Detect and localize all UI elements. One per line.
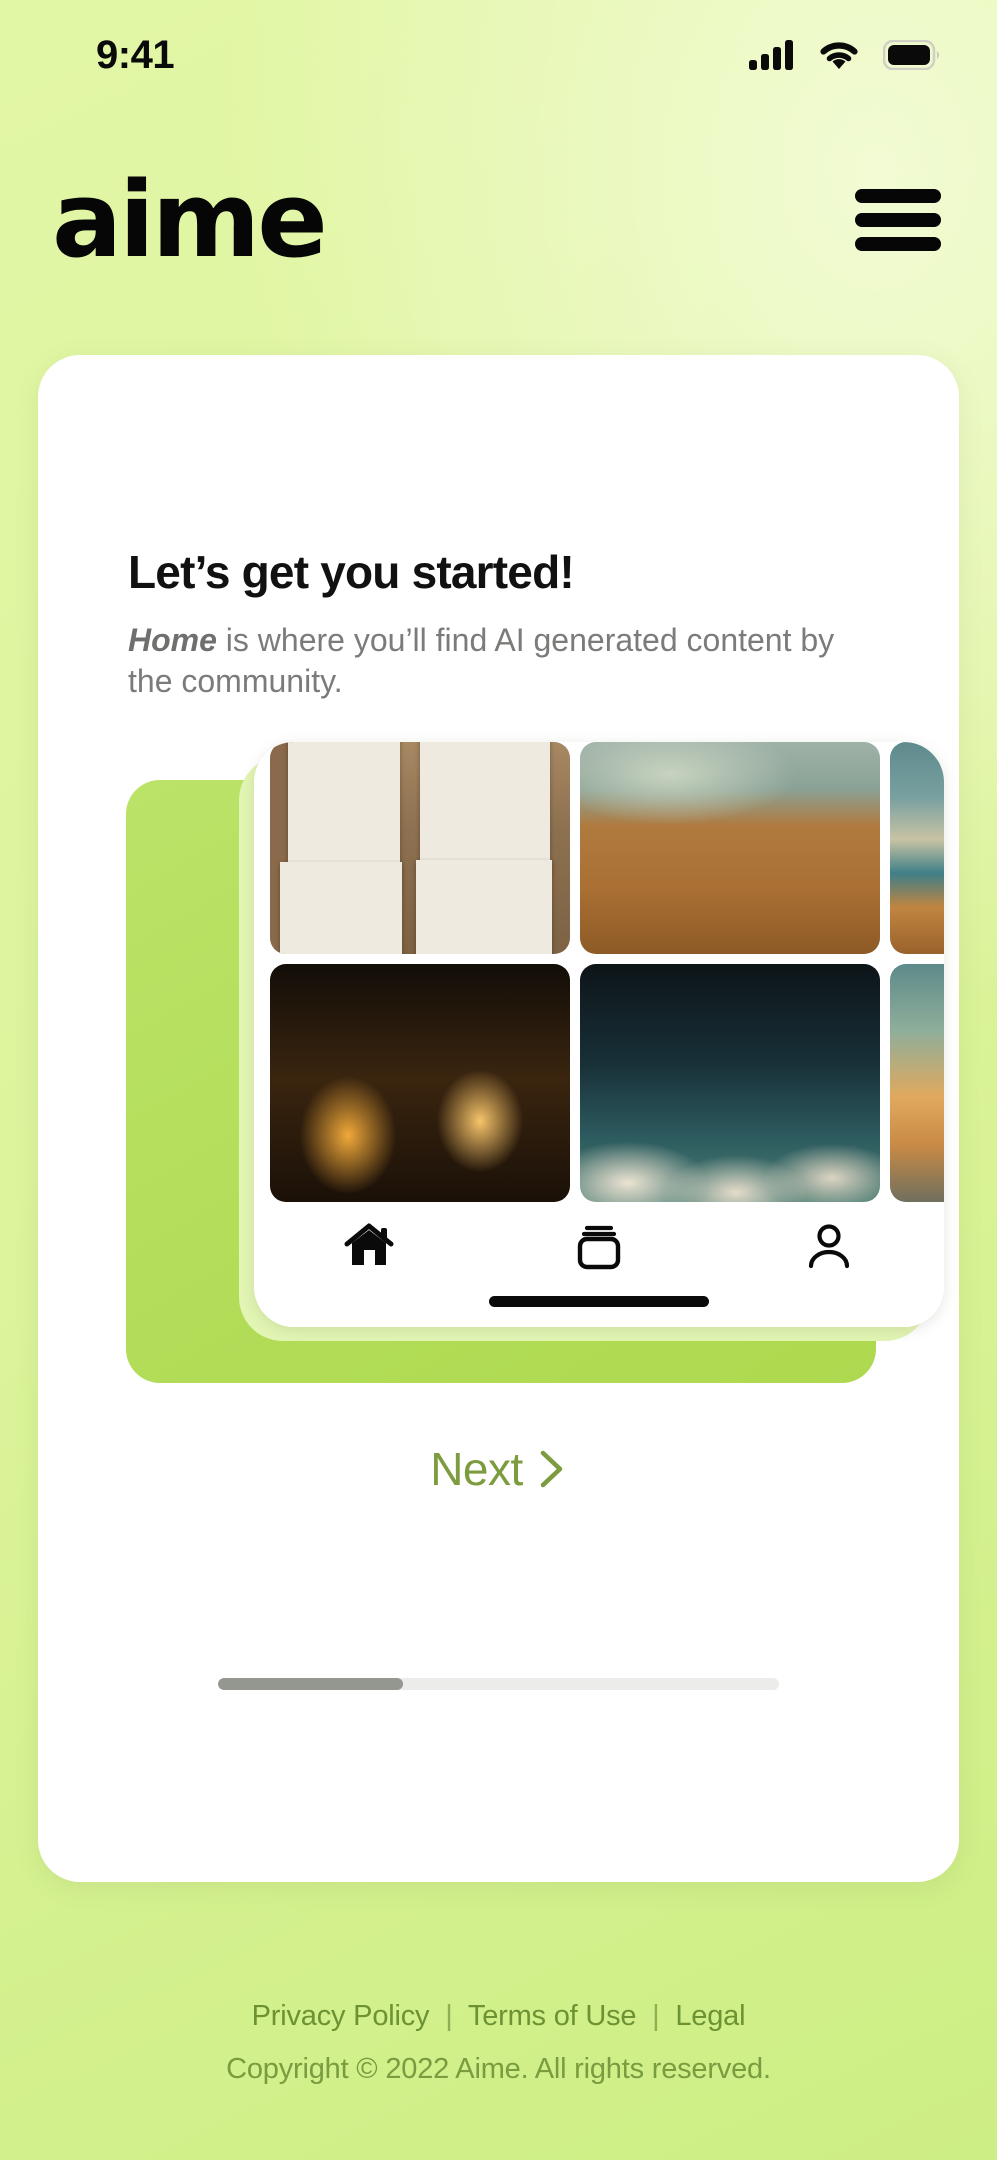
footer-separator-1: |: [445, 2000, 453, 2032]
footer: Privacy Policy | Terms of Use | Legal Co…: [0, 2000, 997, 2086]
gallery-tile-sunset[interactable]: [890, 964, 944, 1202]
progress-bar-fill: [218, 1678, 404, 1690]
gallery-grid: [262, 742, 944, 1202]
gallery-tile-glowing-crowd[interactable]: [270, 964, 570, 1202]
footer-separator-2: |: [652, 2000, 660, 2032]
home-indicator-bar: [489, 1296, 709, 1307]
nav-item-profile[interactable]: [714, 1221, 944, 1271]
page-title: Let’s get you started!: [128, 546, 575, 598]
gallery-tile-desert-dunes[interactable]: [580, 742, 880, 954]
status-bar-icons: [749, 39, 941, 71]
home-icon: [344, 1223, 394, 1265]
app-screen: 9:41 aime Let’s get you started! Home is…: [0, 0, 997, 2160]
card-stack-icon: [577, 1225, 621, 1270]
footer-links: Privacy Policy | Terms of Use | Legal: [0, 2000, 997, 2033]
aime-logo[interactable]: aime: [52, 168, 328, 272]
status-bar-clock: 9:41: [96, 32, 175, 77]
gallery-tile-cloud-sky[interactable]: [580, 964, 880, 1202]
phone-mockup: [254, 742, 944, 1327]
nav-item-collections[interactable]: [484, 1221, 714, 1271]
legal-link[interactable]: Legal: [675, 2000, 745, 2032]
progress-bar-track[interactable]: [218, 1678, 779, 1690]
hamburger-menu-icon[interactable]: [855, 189, 941, 251]
gallery-tile-dune-lake[interactable]: [890, 742, 944, 954]
nav-icon-row: [254, 1216, 944, 1276]
nav-item-home[interactable]: [254, 1222, 484, 1270]
onboarding-card: Let’s get you started! Home is where you…: [38, 355, 959, 1882]
person-icon: [808, 1224, 850, 1269]
status-bar: 9:41: [0, 0, 997, 110]
description-emphasis: Home: [128, 622, 217, 658]
menu-bar-3: [855, 237, 941, 251]
menu-bar-1: [855, 189, 941, 203]
battery-full-icon: [883, 40, 939, 70]
privacy-policy-link[interactable]: Privacy Policy: [252, 2000, 430, 2032]
menu-bar-2: [855, 213, 941, 227]
wifi-icon: [820, 42, 858, 69]
next-button-label: Next: [430, 1443, 523, 1495]
next-button[interactable]: Next: [38, 1442, 959, 1496]
page-description: Home is where you’ll find AI generated c…: [128, 620, 868, 702]
gallery-tile-canvas-frames[interactable]: [270, 742, 570, 954]
app-header: aime: [0, 160, 997, 280]
description-rest: is where you’ll find AI generated conten…: [128, 622, 835, 699]
phone-bottom-nav: [254, 1202, 944, 1327]
phone-preview-illustration: [126, 742, 944, 1383]
cellular-signal-icon: [749, 40, 793, 70]
terms-of-use-link[interactable]: Terms of Use: [468, 2000, 637, 2032]
copyright-text: Copyright © 2022 Aime. All rights reserv…: [226, 2053, 771, 2085]
chevron-right-icon: [540, 1450, 563, 1488]
